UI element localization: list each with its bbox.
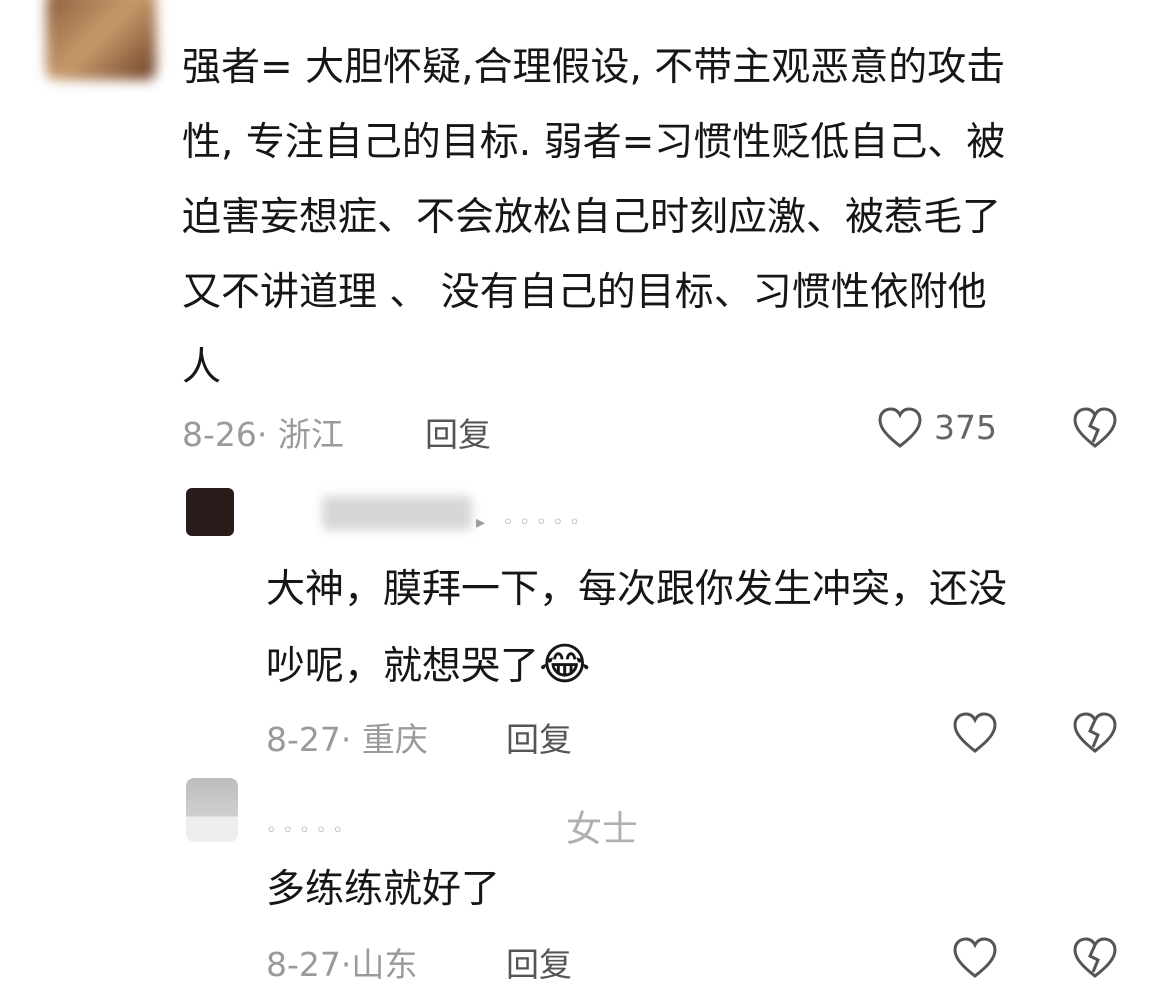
username-dots[interactable]: ◦◦◦◦◦ bbox=[266, 820, 349, 841]
like-count: 375 bbox=[934, 408, 997, 447]
comment-text-line: 人 bbox=[182, 345, 222, 390]
laughing-crying-emoji: 😂 bbox=[539, 639, 591, 690]
comment-text-line: 吵呢，就想哭了 bbox=[266, 644, 540, 689]
broken-heart-icon[interactable] bbox=[1072, 406, 1118, 450]
username[interactable] bbox=[322, 496, 472, 530]
comment-text-line: 性, 专注自己的目标. 弱者=习惯性贬低自己、被 bbox=[182, 120, 1006, 165]
username-tag: 女士 bbox=[566, 809, 639, 850]
reply-button[interactable]: 回复 bbox=[506, 938, 572, 986]
comment-text-line: 强者= 大胆怀疑,合理假设, 不带主观恶意的攻击 bbox=[182, 45, 1006, 90]
comment-text: 强者= 大胆怀疑,合理假设, 不带主观恶意的攻击 性, 专注自己的目标. 弱者=… bbox=[182, 30, 1142, 405]
comment-date-location: 8-27· 重庆 bbox=[266, 720, 428, 759]
broken-heart-icon[interactable] bbox=[1072, 711, 1118, 755]
comment-date-location: 8-27·山东 bbox=[266, 945, 418, 984]
heart-outline-icon[interactable] bbox=[952, 711, 998, 755]
comment-text: 大神，膜拜一下，每次跟你发生冲突，还没 吵呢，就想哭了😂 bbox=[266, 552, 1126, 704]
reply-button[interactable]: 回复 bbox=[506, 713, 572, 761]
comment-date-location: 8-26· 浙江 bbox=[182, 415, 344, 454]
avatar[interactable] bbox=[186, 488, 234, 536]
avatar[interactable] bbox=[46, 0, 156, 80]
comment-text-line: 多练练就好了 bbox=[266, 867, 501, 912]
username-suffix: ▸ ◦◦◦◦◦ bbox=[476, 512, 586, 533]
comment-text: 多练练就好了 bbox=[266, 852, 1126, 927]
broken-heart-icon[interactable] bbox=[1072, 936, 1118, 980]
heart-outline-icon[interactable] bbox=[877, 406, 923, 450]
heart-outline-icon[interactable] bbox=[952, 936, 998, 980]
comment-text-line: 大神，膜拜一下，每次跟你发生冲突，还没 bbox=[266, 567, 1008, 612]
comment-text-line: 又不讲道理 、 没有自己的目标、习惯性依附他 bbox=[182, 270, 987, 315]
reply-button[interactable]: 回复 bbox=[425, 408, 491, 456]
comment-text-line: 迫害妄想症、不会放松自己时刻应激、被惹毛了 bbox=[182, 195, 1002, 240]
comment-text-line-wrap: 吵呢，就想哭了😂 bbox=[266, 627, 1126, 704]
avatar[interactable] bbox=[186, 778, 238, 842]
